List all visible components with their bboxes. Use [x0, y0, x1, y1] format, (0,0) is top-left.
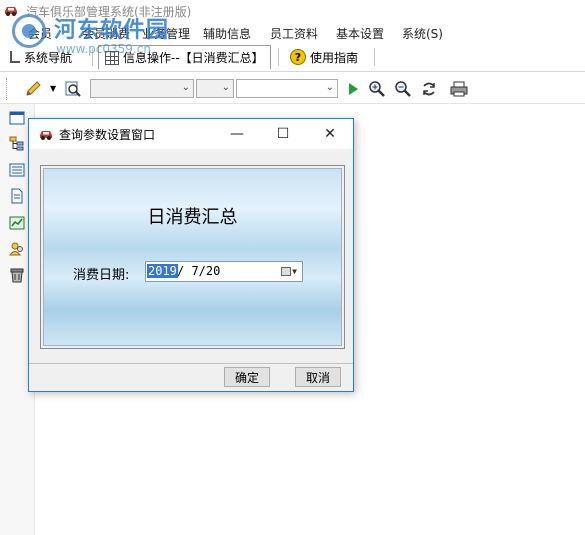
minimize-button[interactable]: — [214, 119, 260, 149]
menu-bar: 会员 会员消费 业务管理 辅助信息 员工资料 基本设置 系统(S) [0, 22, 585, 42]
zoom-in-icon[interactable] [368, 80, 386, 98]
params-panel: 日消费汇总 消费日期: 2019 / 7/20 ▼ [43, 168, 342, 346]
window-icon[interactable] [9, 110, 25, 126]
tab-label: 信息操作--【日消费汇总】 [123, 51, 264, 65]
document-icon[interactable] [9, 188, 25, 204]
tab-separator [92, 48, 93, 66]
toolbar-combo-1[interactable]: ⌄ [90, 79, 194, 98]
date-year-selected: 2019 [147, 264, 178, 278]
params-frame: 日消费汇总 消费日期: 2019 / 7/20 ▼ [40, 165, 345, 349]
chevron-down-icon: ⌄ [221, 82, 230, 93]
list-icon[interactable] [9, 162, 25, 178]
menu-member-consume[interactable]: 会员消费 [82, 25, 130, 42]
menu-system[interactable]: 系统(S) [402, 25, 443, 42]
chevron-down-icon: ⌄ [181, 82, 190, 93]
menu-member[interactable]: 会员 [28, 25, 52, 42]
title-bar: 汽车俱乐部管理系统(非注册版) [0, 0, 585, 20]
print-icon[interactable] [450, 80, 468, 98]
users-icon[interactable] [9, 241, 25, 257]
maximize-button[interactable]: ☐ [260, 119, 306, 149]
tab-user-guide[interactable]: ? 使用指南 [284, 45, 364, 69]
panel-title: 日消费汇总 [147, 207, 238, 228]
app-title: 汽车俱乐部管理系统(非注册版) [26, 5, 192, 19]
consume-date-picker[interactable]: 2019 / 7/20 ▼ [145, 261, 303, 282]
cancel-button[interactable]: 取消 [295, 367, 341, 387]
date-dropdown-button[interactable]: ▼ [278, 264, 300, 279]
menu-business[interactable]: 业务管理 [142, 25, 190, 42]
chevron-down-icon: ⌄ [325, 82, 334, 93]
car-icon [40, 131, 52, 140]
car-icon [5, 7, 17, 16]
chart-icon[interactable] [9, 215, 25, 231]
help-icon: ? [290, 49, 306, 65]
date-month-day: / 7/20 [177, 264, 221, 278]
query-params-dialog: 查询参数设置窗口 — ☐ ✕ 日消费汇总 消费日期: 2019 / 7/20 ▼… [28, 118, 354, 392]
tab-strip: 系统导航 信息操作--【日消费汇总】 ? 使用指南 [0, 42, 585, 72]
tree-icon[interactable] [9, 136, 25, 152]
dialog-body: 日消费汇总 消费日期: 2019 / 7/20 ▼ 确定 取消 [29, 149, 353, 391]
search-doc-icon[interactable] [64, 80, 82, 98]
nav-arrow-icon [10, 51, 20, 63]
dialog-divider [29, 363, 353, 364]
dialog-title-bar[interactable]: 查询参数设置窗口 — ☐ ✕ [29, 119, 353, 149]
tab-label: 系统导航 [24, 50, 73, 65]
zoom-out-icon[interactable] [394, 80, 412, 98]
refresh-icon[interactable] [420, 80, 438, 98]
pencil-icon[interactable] [24, 80, 42, 98]
toolbar: ▼ ⌄ ⌄ ⌄ [0, 74, 585, 104]
menu-aux-info[interactable]: 辅助信息 [203, 25, 251, 42]
ok-button[interactable]: 确定 [224, 367, 270, 387]
chevron-down-icon[interactable]: ▼ [50, 84, 56, 93]
tab-separator [278, 48, 279, 66]
trash-icon[interactable] [9, 267, 25, 283]
date-label: 消费日期: [73, 268, 130, 283]
play-icon[interactable] [344, 80, 362, 98]
menu-staff[interactable]: 员工资料 [270, 25, 318, 42]
toolbar-combo-3[interactable]: ⌄ [236, 79, 338, 98]
tab-info-operation[interactable]: 信息操作--【日消费汇总】 [98, 45, 271, 69]
menu-basic-settings[interactable]: 基本设置 [336, 25, 384, 42]
toolbar-grip[interactable] [6, 78, 9, 100]
calendar-icon [281, 267, 292, 276]
dialog-title: 查询参数设置窗口 [59, 128, 156, 142]
tab-label: 使用指南 [310, 50, 359, 65]
chevron-down-icon: ▼ [292, 267, 297, 276]
grid-icon [105, 50, 119, 65]
close-button[interactable]: ✕ [307, 119, 353, 149]
tab-system-nav[interactable]: 系统导航 [4, 45, 78, 69]
toolbar-combo-2[interactable]: ⌄ [196, 79, 234, 98]
tab-separator [374, 48, 375, 66]
